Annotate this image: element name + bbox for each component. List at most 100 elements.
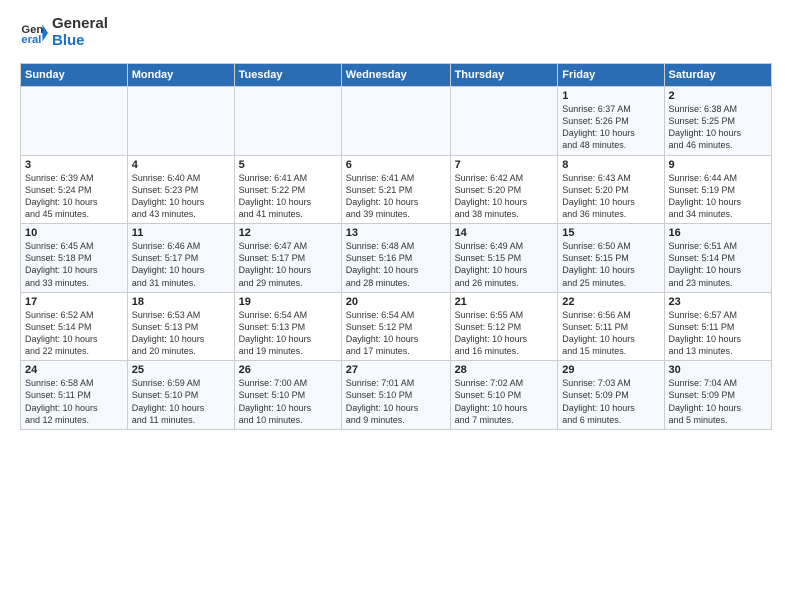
calendar-week-2: 3Sunrise: 6:39 AMSunset: 5:24 PMDaylight…	[21, 155, 772, 224]
calendar-day-27: 27Sunrise: 7:01 AMSunset: 5:10 PMDayligh…	[341, 361, 450, 430]
calendar-body: 1Sunrise: 6:37 AMSunset: 5:26 PMDaylight…	[21, 87, 772, 430]
calendar-day-8: 8Sunrise: 6:43 AMSunset: 5:20 PMDaylight…	[558, 155, 664, 224]
day-info: Sunrise: 6:53 AMSunset: 5:13 PMDaylight:…	[132, 309, 230, 358]
calendar-day-26: 26Sunrise: 7:00 AMSunset: 5:10 PMDayligh…	[234, 361, 341, 430]
calendar-table: SundayMondayTuesdayWednesdayThursdayFrid…	[20, 63, 772, 430]
calendar-day-18: 18Sunrise: 6:53 AMSunset: 5:13 PMDayligh…	[127, 292, 234, 361]
day-info: Sunrise: 6:45 AMSunset: 5:18 PMDaylight:…	[25, 240, 123, 289]
day-info: Sunrise: 7:00 AMSunset: 5:10 PMDaylight:…	[239, 377, 337, 426]
day-number: 23	[669, 296, 767, 308]
day-number: 7	[455, 159, 554, 171]
day-info: Sunrise: 6:37 AMSunset: 5:26 PMDaylight:…	[562, 103, 659, 152]
calendar-day-2: 2Sunrise: 6:38 AMSunset: 5:25 PMDaylight…	[664, 87, 771, 156]
day-info: Sunrise: 6:41 AMSunset: 5:22 PMDaylight:…	[239, 172, 337, 221]
logo: Gen eral General Blue	[20, 16, 108, 49]
calendar-week-3: 10Sunrise: 6:45 AMSunset: 5:18 PMDayligh…	[21, 224, 772, 293]
calendar-day-22: 22Sunrise: 6:56 AMSunset: 5:11 PMDayligh…	[558, 292, 664, 361]
calendar-day-12: 12Sunrise: 6:47 AMSunset: 5:17 PMDayligh…	[234, 224, 341, 293]
empty-cell	[450, 87, 558, 156]
day-info: Sunrise: 6:43 AMSunset: 5:20 PMDaylight:…	[562, 172, 659, 221]
day-number: 4	[132, 159, 230, 171]
empty-cell	[341, 87, 450, 156]
day-number: 15	[562, 227, 659, 239]
day-number: 30	[669, 364, 767, 376]
day-number: 18	[132, 296, 230, 308]
calendar-day-25: 25Sunrise: 6:59 AMSunset: 5:10 PMDayligh…	[127, 361, 234, 430]
calendar-week-4: 17Sunrise: 6:52 AMSunset: 5:14 PMDayligh…	[21, 292, 772, 361]
day-number: 19	[239, 296, 337, 308]
calendar-week-1: 1Sunrise: 6:37 AMSunset: 5:26 PMDaylight…	[21, 87, 772, 156]
day-number: 10	[25, 227, 123, 239]
svg-text:eral: eral	[21, 33, 41, 45]
logo-text: General Blue	[52, 16, 108, 49]
day-info: Sunrise: 6:40 AMSunset: 5:23 PMDaylight:…	[132, 172, 230, 221]
day-number: 28	[455, 364, 554, 376]
calendar-day-6: 6Sunrise: 6:41 AMSunset: 5:21 PMDaylight…	[341, 155, 450, 224]
weekday-header-tuesday: Tuesday	[234, 64, 341, 87]
day-info: Sunrise: 6:47 AMSunset: 5:17 PMDaylight:…	[239, 240, 337, 289]
day-number: 14	[455, 227, 554, 239]
calendar-day-7: 7Sunrise: 6:42 AMSunset: 5:20 PMDaylight…	[450, 155, 558, 224]
day-number: 3	[25, 159, 123, 171]
day-info: Sunrise: 6:51 AMSunset: 5:14 PMDaylight:…	[669, 240, 767, 289]
day-number: 26	[239, 364, 337, 376]
calendar-day-10: 10Sunrise: 6:45 AMSunset: 5:18 PMDayligh…	[21, 224, 128, 293]
day-number: 2	[669, 90, 767, 102]
day-info: Sunrise: 6:39 AMSunset: 5:24 PMDaylight:…	[25, 172, 123, 221]
calendar-day-1: 1Sunrise: 6:37 AMSunset: 5:26 PMDaylight…	[558, 87, 664, 156]
day-info: Sunrise: 6:55 AMSunset: 5:12 PMDaylight:…	[455, 309, 554, 358]
day-info: Sunrise: 6:41 AMSunset: 5:21 PMDaylight:…	[346, 172, 446, 221]
day-info: Sunrise: 6:42 AMSunset: 5:20 PMDaylight:…	[455, 172, 554, 221]
empty-cell	[21, 87, 128, 156]
day-info: Sunrise: 6:57 AMSunset: 5:11 PMDaylight:…	[669, 309, 767, 358]
day-info: Sunrise: 6:49 AMSunset: 5:15 PMDaylight:…	[455, 240, 554, 289]
day-info: Sunrise: 6:38 AMSunset: 5:25 PMDaylight:…	[669, 103, 767, 152]
weekday-header-saturday: Saturday	[664, 64, 771, 87]
weekday-header-wednesday: Wednesday	[341, 64, 450, 87]
calendar-day-17: 17Sunrise: 6:52 AMSunset: 5:14 PMDayligh…	[21, 292, 128, 361]
day-number: 6	[346, 159, 446, 171]
day-number: 27	[346, 364, 446, 376]
day-number: 12	[239, 227, 337, 239]
calendar-week-5: 24Sunrise: 6:58 AMSunset: 5:11 PMDayligh…	[21, 361, 772, 430]
day-info: Sunrise: 6:54 AMSunset: 5:12 PMDaylight:…	[346, 309, 446, 358]
calendar-day-13: 13Sunrise: 6:48 AMSunset: 5:16 PMDayligh…	[341, 224, 450, 293]
calendar-day-30: 30Sunrise: 7:04 AMSunset: 5:09 PMDayligh…	[664, 361, 771, 430]
day-info: Sunrise: 6:59 AMSunset: 5:10 PMDaylight:…	[132, 377, 230, 426]
day-number: 20	[346, 296, 446, 308]
calendar-day-4: 4Sunrise: 6:40 AMSunset: 5:23 PMDaylight…	[127, 155, 234, 224]
day-number: 16	[669, 227, 767, 239]
day-number: 25	[132, 364, 230, 376]
day-info: Sunrise: 6:56 AMSunset: 5:11 PMDaylight:…	[562, 309, 659, 358]
calendar-day-21: 21Sunrise: 6:55 AMSunset: 5:12 PMDayligh…	[450, 292, 558, 361]
calendar-day-3: 3Sunrise: 6:39 AMSunset: 5:24 PMDaylight…	[21, 155, 128, 224]
day-info: Sunrise: 6:48 AMSunset: 5:16 PMDaylight:…	[346, 240, 446, 289]
calendar-day-24: 24Sunrise: 6:58 AMSunset: 5:11 PMDayligh…	[21, 361, 128, 430]
weekday-row: SundayMondayTuesdayWednesdayThursdayFrid…	[21, 64, 772, 87]
page: Gen eral General Blue SundayMondayTuesda…	[0, 0, 792, 440]
day-number: 1	[562, 90, 659, 102]
day-info: Sunrise: 6:54 AMSunset: 5:13 PMDaylight:…	[239, 309, 337, 358]
day-number: 22	[562, 296, 659, 308]
calendar-day-19: 19Sunrise: 6:54 AMSunset: 5:13 PMDayligh…	[234, 292, 341, 361]
calendar-day-11: 11Sunrise: 6:46 AMSunset: 5:17 PMDayligh…	[127, 224, 234, 293]
calendar-day-28: 28Sunrise: 7:02 AMSunset: 5:10 PMDayligh…	[450, 361, 558, 430]
day-number: 17	[25, 296, 123, 308]
day-info: Sunrise: 6:46 AMSunset: 5:17 PMDaylight:…	[132, 240, 230, 289]
weekday-header-thursday: Thursday	[450, 64, 558, 87]
calendar-day-15: 15Sunrise: 6:50 AMSunset: 5:15 PMDayligh…	[558, 224, 664, 293]
day-info: Sunrise: 6:58 AMSunset: 5:11 PMDaylight:…	[25, 377, 123, 426]
weekday-header-sunday: Sunday	[21, 64, 128, 87]
day-info: Sunrise: 6:50 AMSunset: 5:15 PMDaylight:…	[562, 240, 659, 289]
day-info: Sunrise: 7:03 AMSunset: 5:09 PMDaylight:…	[562, 377, 659, 426]
day-number: 5	[239, 159, 337, 171]
day-number: 9	[669, 159, 767, 171]
calendar-day-23: 23Sunrise: 6:57 AMSunset: 5:11 PMDayligh…	[664, 292, 771, 361]
logo-icon: Gen eral	[20, 19, 48, 47]
header: Gen eral General Blue	[20, 16, 772, 49]
day-number: 29	[562, 364, 659, 376]
day-info: Sunrise: 6:44 AMSunset: 5:19 PMDaylight:…	[669, 172, 767, 221]
day-number: 21	[455, 296, 554, 308]
day-info: Sunrise: 6:52 AMSunset: 5:14 PMDaylight:…	[25, 309, 123, 358]
day-info: Sunrise: 7:01 AMSunset: 5:10 PMDaylight:…	[346, 377, 446, 426]
